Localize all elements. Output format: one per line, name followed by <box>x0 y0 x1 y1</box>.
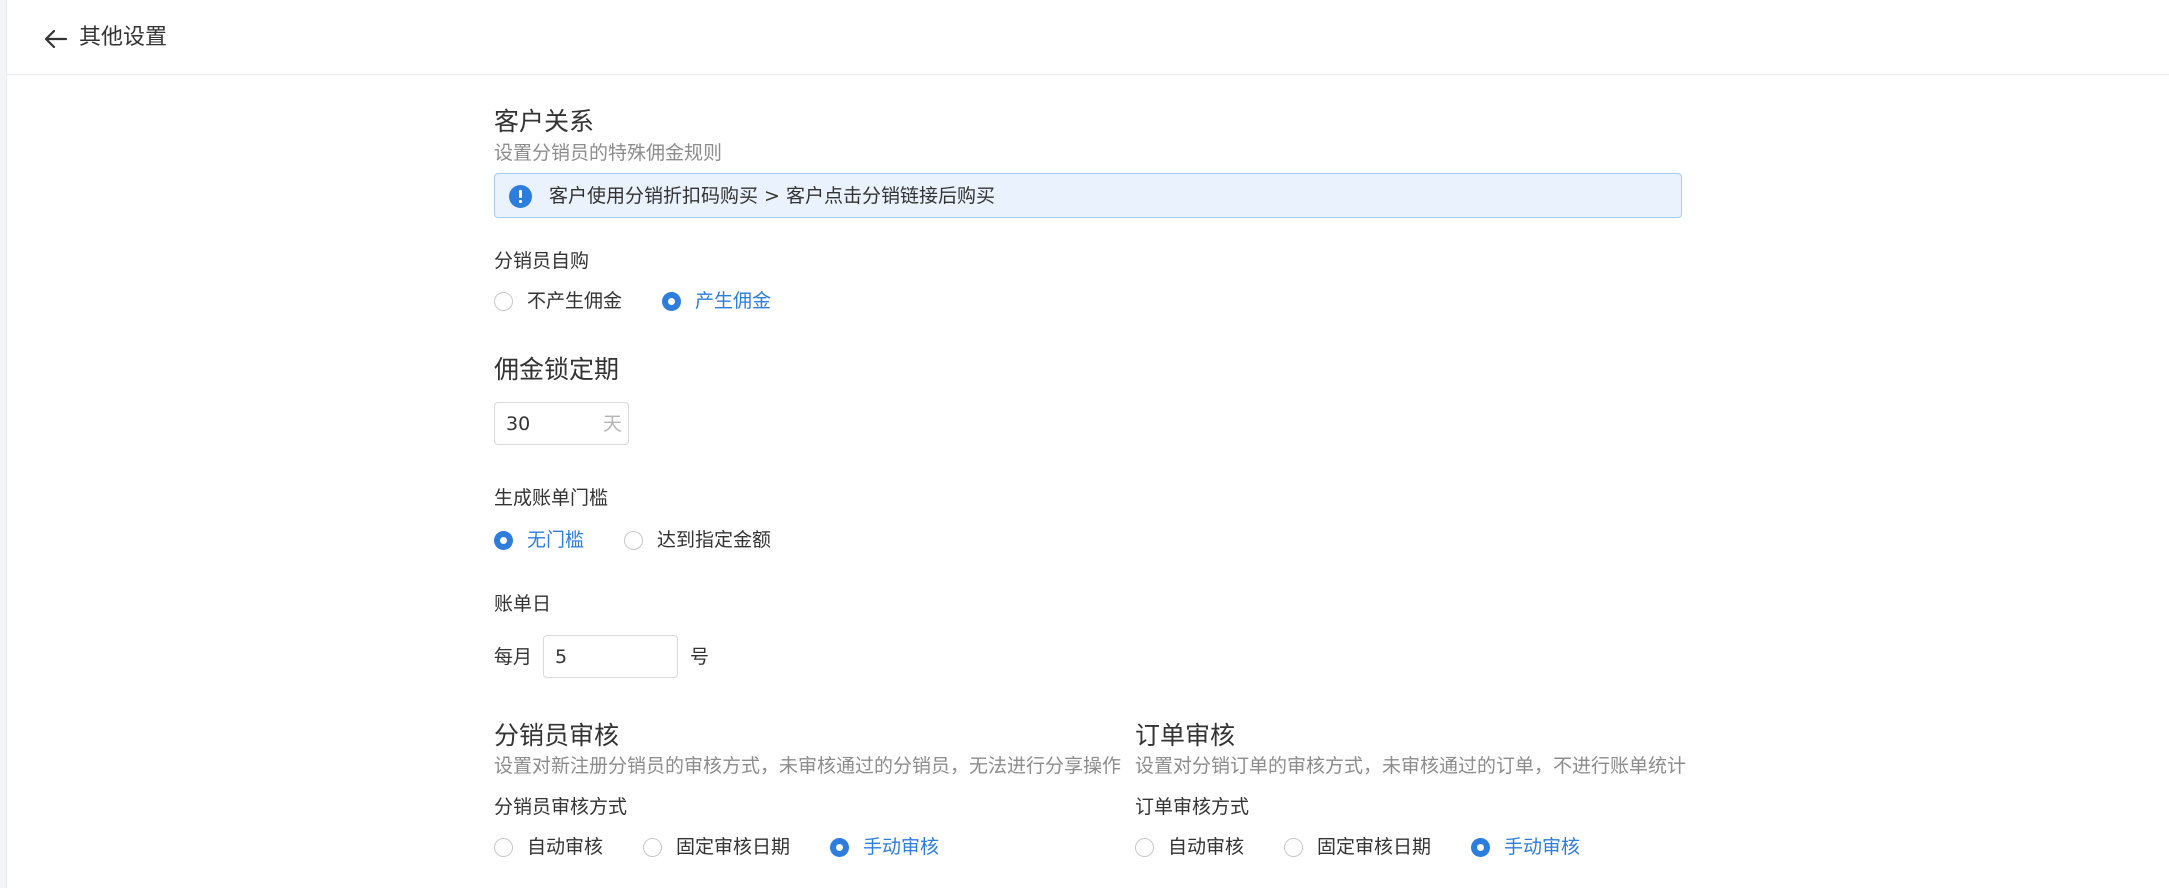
arrow-left-icon <box>44 29 68 49</box>
radio-no-threshold[interactable]: 无门槛 <box>494 527 584 553</box>
bill-day-label: 账单日 <box>494 593 552 615</box>
radio-order-fixed-date[interactable]: 固定审核日期 <box>1284 834 1431 860</box>
priority-notice: 客户使用分销折扣码购买 > 客户点击分销链接后购买 <box>494 173 1682 218</box>
lock-period-unit: 天 <box>602 413 622 435</box>
radio-circle <box>624 530 644 550</box>
radio-circle <box>494 291 513 311</box>
customer-section-desc: 设置分销员的特殊佣金规则 <box>494 142 723 164</box>
radio-circle <box>1471 837 1491 857</box>
page-title: 其他设置 <box>79 25 168 50</box>
radio-circle <box>1284 837 1304 857</box>
order-review-desc: 设置对分销订单的审核方式，未审核通过的订单，不进行账单统计 <box>1135 755 1687 777</box>
radio-circle <box>662 291 682 311</box>
order-review-radio-group: 自动审核 固定审核日期 手动审核 <box>1135 834 1580 860</box>
radio-specified-amount[interactable]: 达到指定金额 <box>624 527 771 553</box>
order-review-method-label: 订单审核方式 <box>1135 796 1250 818</box>
bill-day-suffix: 号 <box>690 646 710 668</box>
customer-section-title: 客户关系 <box>494 107 595 136</box>
self-purchase-label: 分销员自购 <box>494 250 590 272</box>
radio-order-auto[interactable]: 自动审核 <box>1135 834 1244 860</box>
distributor-review-title: 分销员审核 <box>494 721 620 750</box>
distributor-review-desc: 设置对新注册分销员的审核方式，未审核通过的分销员，无法进行分享操作 <box>494 755 1122 777</box>
lock-period-input-wrapper: 天 <box>494 402 629 445</box>
self-purchase-radio-group: 不产生佣金 产生佣金 <box>494 288 771 314</box>
radio-distributor-auto[interactable]: 自动审核 <box>494 834 603 860</box>
radio-circle <box>494 530 513 550</box>
notice-text: 客户使用分销折扣码购买 > 客户点击分销链接后购买 <box>549 185 996 207</box>
exclamation-icon <box>509 185 532 208</box>
settings-panel: 其他设置 客户关系 设置分销员的特殊佣金规则 客户使用分销折扣码购买 > 客户点… <box>6 0 2169 888</box>
bill-threshold-label: 生成账单门槛 <box>494 487 609 509</box>
back-button[interactable] <box>41 24 71 54</box>
distributor-review-method-label: 分销员审核方式 <box>494 796 628 818</box>
lock-period-input[interactable] <box>506 411 586 437</box>
radio-circle <box>1135 837 1154 857</box>
bill-day-input-wrapper <box>543 635 678 678</box>
bill-day-input[interactable] <box>555 644 635 670</box>
lock-period-title: 佣金锁定期 <box>494 355 620 384</box>
page-header: 其他设置 <box>7 0 2169 75</box>
radio-circle <box>643 837 663 857</box>
radio-circle <box>830 837 850 857</box>
radio-no-commission[interactable]: 不产生佣金 <box>494 288 622 314</box>
radio-generate-commission[interactable]: 产生佣金 <box>662 288 771 314</box>
radio-order-manual[interactable]: 手动审核 <box>1471 834 1580 860</box>
radio-distributor-fixed-date[interactable]: 固定审核日期 <box>643 834 790 860</box>
radio-circle <box>494 837 513 857</box>
order-review-title: 订单审核 <box>1135 721 1236 750</box>
radio-distributor-manual[interactable]: 手动审核 <box>830 834 939 860</box>
bill-threshold-radio-group: 无门槛 达到指定金额 <box>494 527 771 553</box>
bill-day-prefix: 每月 <box>494 646 533 668</box>
distributor-review-radio-group: 自动审核 固定审核日期 手动审核 <box>494 834 939 860</box>
